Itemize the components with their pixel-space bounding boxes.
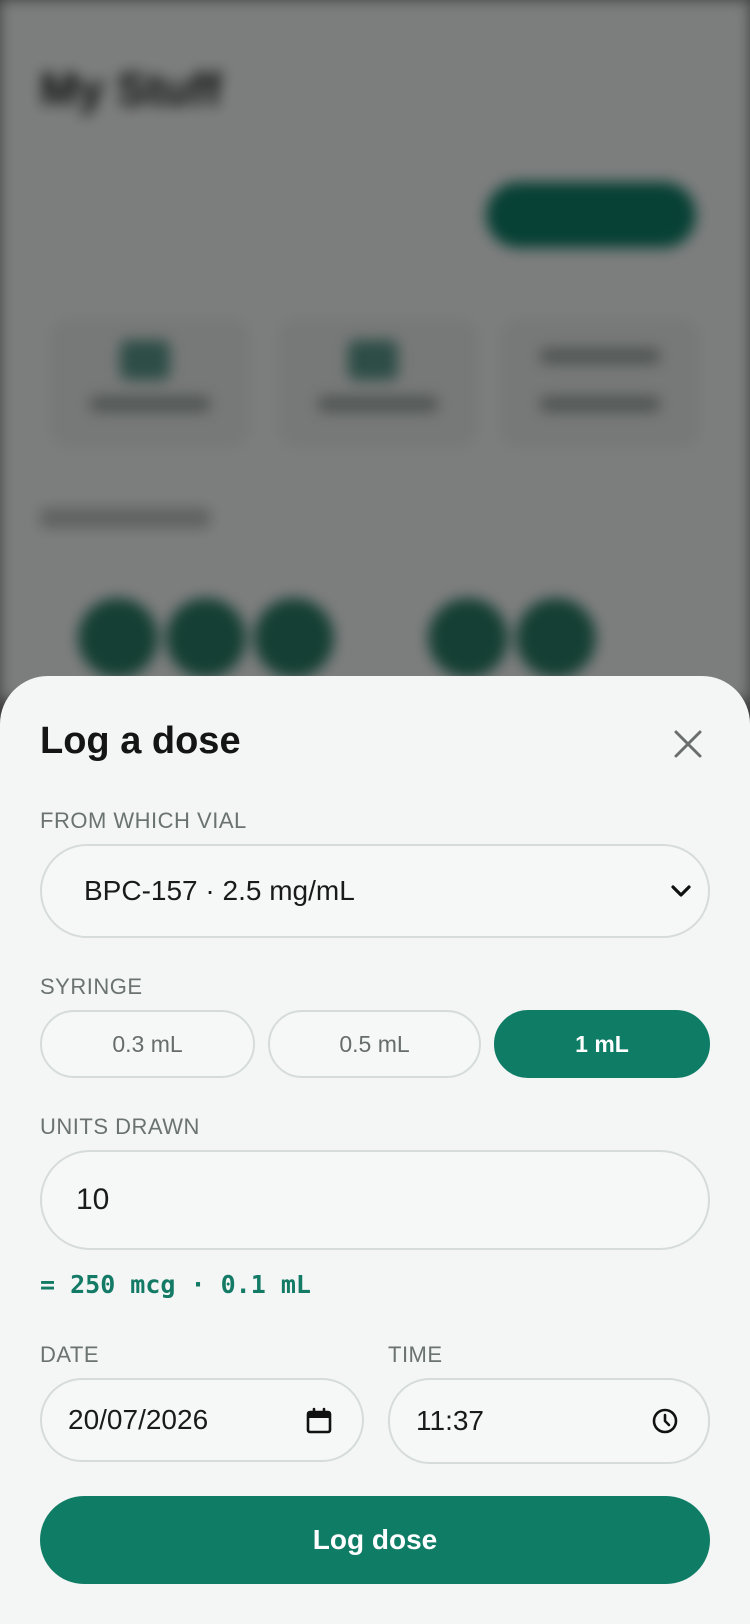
time-value: 11:37 (416, 1405, 484, 1436)
vial-label: FROM WHICH VIAL (40, 808, 247, 833)
log-dose-button[interactable]: Log dose (40, 1496, 710, 1584)
date-label: DATE (40, 1342, 100, 1367)
units-value: 10 (76, 1183, 110, 1216)
sheet-title: Log a dose (40, 720, 241, 762)
vial-select[interactable]: BPC-157 · 2.5 mg/mL (40, 844, 710, 938)
chevron-down-icon (671, 885, 691, 897)
time-label: TIME (388, 1342, 443, 1367)
vial-selected-value: BPC-157 · 2.5 mg/mL (84, 875, 355, 906)
time-input[interactable]: 11:37 (388, 1378, 710, 1464)
syringe-option-0-5ml[interactable]: 0.5 mL (268, 1010, 481, 1078)
syringe-label: SYRINGE (40, 974, 143, 999)
dose-calculation: = 250 mcg · 0.1 mL (40, 1270, 311, 1299)
close-icon (674, 730, 702, 758)
close-button[interactable] (668, 724, 708, 764)
units-input[interactable]: 10 (40, 1150, 710, 1250)
units-label: UNITS DRAWN (40, 1114, 200, 1139)
clock-icon[interactable] (650, 1406, 680, 1436)
syringe-option-1ml[interactable]: 1 mL (494, 1010, 710, 1078)
date-value: 20/07/2026 (68, 1404, 209, 1435)
calendar-icon[interactable] (304, 1406, 334, 1436)
date-input[interactable]: 20/07/2026 (40, 1378, 364, 1462)
syringe-option-0-3ml[interactable]: 0.3 mL (40, 1010, 255, 1078)
